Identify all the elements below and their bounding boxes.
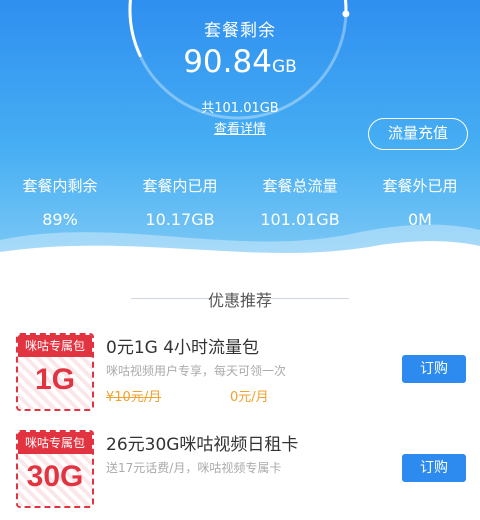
view-details-link[interactable]: 查看详情 — [214, 122, 266, 137]
offer-card[interactable]: 咪咕专属包 1G 0元1G 4小时流量包 咪咕视频用户专享，每天可领一次 ¥10… — [16, 333, 466, 423]
stat-value: 10.17GB — [145, 210, 215, 229]
stat-label: 套餐内已用 — [142, 177, 218, 195]
section-header: 优惠推荐 — [0, 287, 480, 311]
stat-value: 89% — [42, 210, 78, 229]
stat-used-in-plan: 套餐内已用 10.17GB — [120, 172, 240, 229]
usage-stats: 套餐内剩余 89% 套餐内已用 10.17GB 套餐总流量 101.01GB 套… — [0, 172, 480, 242]
divider-right — [271, 298, 349, 299]
offer-card[interactable]: 咪咕专属包 30G 26元30G咪咕视频日租卡 送17元话费/月，咪咕视频专属卡… — [16, 430, 466, 520]
offer-title: 26元30G咪咕视频日租卡 — [106, 435, 299, 455]
offer-description: 咪咕视频用户专享，每天可领一次 — [106, 364, 287, 378]
section-title: 优惠推荐 — [207, 291, 272, 310]
stat-value: 0M — [408, 210, 432, 229]
recharge-button[interactable]: 流量充值 — [368, 118, 468, 150]
badge-amount: 1G — [34, 363, 76, 396]
offer-badge: 咪咕专属包 30G — [16, 430, 94, 508]
usage-header: 套餐剩余 90.84GB 共101.01GB 查看详情 流量充值 套餐内剩余 8… — [0, 0, 480, 265]
discount-price: 0元/月 — [230, 390, 269, 405]
order-button[interactable]: 订购 — [402, 355, 466, 383]
badge-label: 咪咕专属包 — [18, 335, 92, 357]
stat-label: 套餐总流量 — [262, 177, 338, 195]
original-price: ¥10元/月 — [106, 390, 162, 405]
badge-amount: 30G — [26, 460, 84, 493]
badge-pattern: 1G — [18, 357, 92, 409]
badge-label: 咪咕专属包 — [18, 432, 92, 454]
gauge-title: 套餐剩余 — [204, 21, 276, 41]
stat-remaining-in-plan: 套餐内剩余 89% — [0, 172, 120, 229]
stat-label: 套餐内剩余 — [22, 177, 98, 195]
stat-total-plan: 套餐总流量 101.01GB — [240, 172, 360, 229]
remaining-unit: GB — [271, 57, 297, 77]
stat-value: 101.01GB — [260, 210, 340, 229]
total-data: 共101.01GB — [201, 101, 279, 116]
stat-label: 套餐外已用 — [382, 177, 458, 195]
offer-badge: 咪咕专属包 1G — [16, 333, 94, 411]
remaining-value: 90.84 — [183, 44, 272, 80]
badge-pattern: 30G — [18, 454, 92, 506]
offer-title: 0元1G 4小时流量包 — [106, 338, 260, 358]
offer-description: 送17元话费/月，咪咕视频专属卡 — [106, 461, 282, 475]
stat-used-outside-plan: 套餐外已用 0M — [360, 172, 480, 229]
order-button[interactable]: 订购 — [402, 454, 466, 482]
remaining-data: 90.84GB — [0, 44, 480, 80]
